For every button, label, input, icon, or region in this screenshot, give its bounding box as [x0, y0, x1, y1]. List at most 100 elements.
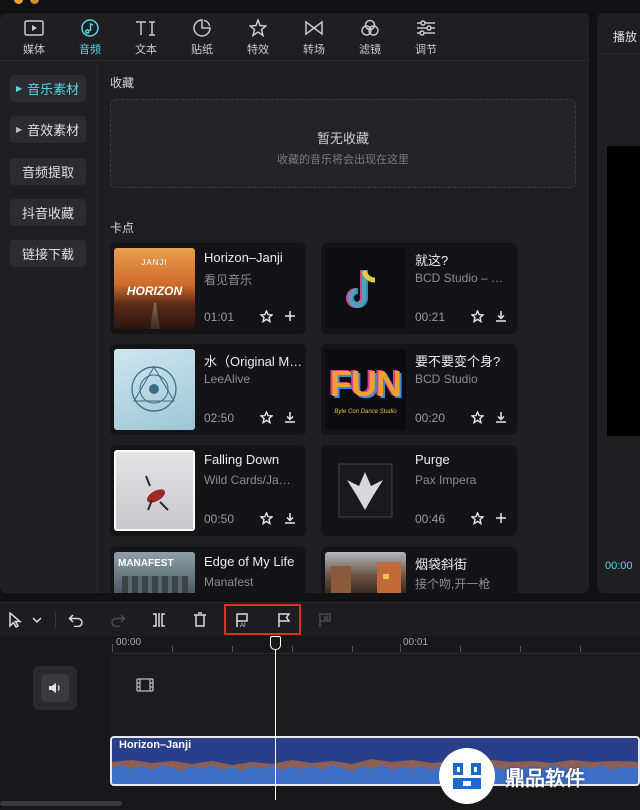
- playhead[interactable]: [275, 636, 276, 800]
- app-window: 媒体 音频 文本 贴纸 特效 转场 滤镜 调节 ▶ 音乐素材 ▶ 音效素材 音频…: [0, 0, 640, 810]
- nav-tab-text[interactable]: 文本: [118, 13, 174, 61]
- preview-screen[interactable]: [607, 146, 640, 436]
- download-icon[interactable]: [282, 409, 298, 425]
- sidebar-item-label: 音频提取: [21, 165, 74, 180]
- favorite-star-icon[interactable]: [469, 409, 485, 425]
- nav-tab-label: 转场: [303, 43, 325, 56]
- music-card[interactable]: 水（Original M… LeeAlive 02:50: [110, 344, 306, 435]
- select-cursor-icon[interactable]: [4, 609, 26, 631]
- favorites-empty-title: 暂无收藏: [316, 131, 369, 146]
- track-title: 就这?: [415, 253, 449, 268]
- beats-heading: 卡点: [110, 221, 135, 235]
- caret-right-icon: ▶: [16, 125, 23, 134]
- adjust-icon: [415, 18, 437, 38]
- track-artist: BCD Studio: [415, 372, 478, 386]
- favorite-star-icon[interactable]: [469, 308, 485, 324]
- music-content: 收藏 暂无收藏 收藏的音乐将会出现在这里 卡点 JANJI HORIZON Ho…: [99, 62, 589, 593]
- download-icon[interactable]: [493, 409, 509, 425]
- favorite-star-icon[interactable]: [469, 510, 485, 526]
- nav-tab-sticker[interactable]: 贴纸: [174, 13, 230, 61]
- playhead-handle[interactable]: [270, 636, 281, 650]
- track-artist: 接个吻,开一枪: [415, 577, 491, 591]
- nav-tab-transition[interactable]: 转场: [286, 13, 342, 61]
- music-card[interactable]: Purge Pax Impera 00:46: [321, 445, 517, 536]
- cover-caption: HORIZON: [126, 284, 183, 298]
- track-artist: Manafest: [204, 575, 254, 589]
- favorites-heading: 收藏: [110, 76, 135, 90]
- music-card[interactable]: MANAFEST Edge of My Life Manafest: [110, 547, 306, 593]
- sidebar-item-link-download[interactable]: 链接下载: [10, 240, 86, 267]
- track-title: 要不要变个身?: [415, 354, 501, 369]
- track-artist: BCD Studio – …: [415, 271, 504, 285]
- watermark: 鼎品软件: [435, 742, 640, 810]
- add-icon[interactable]: [282, 308, 298, 324]
- cover-caption: JANJI: [141, 258, 168, 267]
- redo-icon[interactable]: [107, 609, 129, 631]
- favorite-star-icon[interactable]: [258, 409, 274, 425]
- nav-tab-label: 音频: [79, 43, 101, 56]
- speaker-icon: [41, 674, 69, 702]
- nav-tab-audio[interactable]: 音频: [62, 13, 118, 61]
- album-cover: [114, 450, 195, 531]
- music-card[interactable]: 就这? BCD Studio – … 00:21: [321, 243, 517, 334]
- music-card[interactable]: FUN Byte Con Dance Studio 要不要变个身? BCD St…: [321, 344, 517, 435]
- sidebar-item-sound-effects[interactable]: ▶ 音效素材: [10, 116, 86, 143]
- track-title: Horizon–Janji: [204, 250, 283, 265]
- sidebar-item-label: 抖音收藏: [21, 206, 74, 221]
- delete-icon[interactable]: [189, 609, 211, 631]
- window-dot[interactable]: [30, 0, 39, 4]
- nav-tab-label: 特效: [247, 43, 269, 56]
- transition-icon: [303, 18, 325, 38]
- cover-caption: MANAFEST: [118, 558, 174, 569]
- player-panel: 播放 00:00: [597, 13, 640, 593]
- nav-tab-media[interactable]: 媒体: [6, 13, 62, 61]
- favorite-star-icon[interactable]: [258, 510, 274, 526]
- track-duration: 00:50: [204, 512, 235, 526]
- track-artist: LeeAlive: [204, 372, 251, 386]
- nav-tab-effects[interactable]: 特效: [230, 13, 286, 61]
- nav-tab-filter[interactable]: 滤镜: [342, 13, 398, 61]
- track-artist: Pax Impera: [415, 473, 477, 487]
- album-cover: [114, 349, 195, 430]
- add-icon[interactable]: [493, 510, 509, 526]
- track-audio-toggle[interactable]: [33, 666, 77, 710]
- watermark-logo-icon: [439, 748, 495, 804]
- download-icon[interactable]: [282, 510, 298, 526]
- track-duration: 00:46: [415, 512, 446, 526]
- album-cover: MANAFEST: [114, 552, 195, 593]
- caret-right-icon: ▶: [16, 84, 23, 93]
- sidebar-item-music[interactable]: ▶ 音乐素材: [10, 75, 86, 102]
- horizontal-scrollbar[interactable]: [0, 801, 122, 806]
- track-header: [0, 636, 110, 810]
- sticker-icon: [191, 18, 213, 38]
- nav-tab-label: 滤镜: [359, 43, 381, 56]
- favorite-star-icon[interactable]: [258, 308, 274, 324]
- sidebar-item-douyin-favorites[interactable]: 抖音收藏: [10, 199, 86, 226]
- cover-caption: FUN: [330, 363, 402, 404]
- main-video-track[interactable]: [110, 656, 640, 740]
- undo-icon[interactable]: [65, 609, 87, 631]
- music-card[interactable]: 烟袋斜街 接个吻,开一枪: [321, 547, 517, 593]
- download-icon[interactable]: [493, 308, 509, 324]
- player-timecode: 00:00: [605, 560, 633, 572]
- split-icon[interactable]: [148, 609, 170, 631]
- album-cover: [325, 248, 406, 329]
- chevron-down-icon[interactable]: [28, 609, 46, 631]
- remove-marker-icon[interactable]: [314, 609, 336, 631]
- category-nav: 媒体 音频 文本 贴纸 特效 转场 滤镜 调节: [0, 13, 589, 61]
- sidebar-item-extract-audio[interactable]: 音频提取: [10, 158, 86, 185]
- music-card[interactable]: Falling Down Wild Cards/Ja… 00:50: [110, 445, 306, 536]
- window-dot[interactable]: [14, 0, 23, 4]
- track-duration: 00:20: [415, 411, 446, 425]
- filter-icon: [359, 18, 381, 38]
- album-cover: [325, 552, 406, 593]
- text-icon: [135, 18, 157, 38]
- nav-tab-adjust[interactable]: 调节: [398, 13, 454, 61]
- nav-tab-label: 贴纸: [191, 43, 213, 56]
- track-title: 烟袋斜街: [415, 557, 468, 572]
- sidebar-item-label: 音乐素材: [27, 82, 80, 97]
- track-artist: 看见音乐: [204, 273, 253, 287]
- material-panel: 媒体 音频 文本 贴纸 特效 转场 滤镜 调节 ▶ 音乐素材 ▶ 音效素材 音频…: [0, 13, 589, 593]
- time-ruler[interactable]: 00:00 00:01: [110, 636, 640, 654]
- music-card[interactable]: JANJI HORIZON Horizon–Janji 看见音乐 01:01: [110, 243, 306, 334]
